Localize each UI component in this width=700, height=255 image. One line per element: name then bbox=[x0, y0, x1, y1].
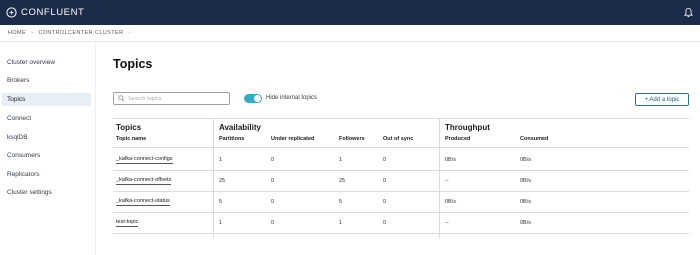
sidebar-item-cluster-overview[interactable]: Cluster overview bbox=[2, 56, 91, 69]
search-icon bbox=[118, 95, 125, 102]
partitions-cell: 1 bbox=[219, 157, 223, 163]
row-divider bbox=[113, 170, 689, 171]
under-replicated-cell: 0 bbox=[271, 199, 275, 205]
col-header-under-replicated[interactable]: Under replicated bbox=[271, 136, 314, 142]
under-replicated-cell: 0 bbox=[271, 178, 275, 184]
produced-cell: -- bbox=[445, 178, 449, 184]
topic-name-link[interactable]: _kafka-connect-offsets bbox=[116, 177, 172, 185]
group-header-availability: Availability bbox=[219, 123, 261, 132]
breadcrumb-home[interactable]: HOME bbox=[8, 30, 26, 36]
produced-cell: -- bbox=[445, 220, 449, 226]
col-header-consumed[interactable]: Consumed bbox=[520, 136, 548, 142]
followers-cell: 1 bbox=[339, 157, 343, 163]
table-top-border bbox=[113, 118, 689, 119]
add-topic-button[interactable]: + Add a topic bbox=[635, 93, 689, 106]
hide-internal-topics-label: Hide internal topics bbox=[266, 95, 318, 101]
out-of-sync-cell: 0 bbox=[383, 199, 387, 205]
col-header-partitions[interactable]: Partitions bbox=[219, 136, 244, 142]
consumed-cell: 0B/s bbox=[520, 199, 532, 205]
group-header-throughput: Throughput bbox=[445, 123, 490, 132]
sidebar-item-cluster-settings[interactable]: Cluster settings bbox=[2, 186, 91, 199]
header-divider bbox=[113, 147, 689, 148]
hide-internal-topics-toggle[interactable] bbox=[244, 94, 262, 103]
out-of-sync-cell: 0 bbox=[383, 178, 387, 184]
produced-cell: 0B/s bbox=[445, 157, 457, 163]
out-of-sync-cell: 0 bbox=[383, 220, 387, 226]
col-header-followers[interactable]: Followers bbox=[339, 136, 365, 142]
col-header-produced[interactable]: Produced bbox=[445, 136, 470, 142]
under-replicated-cell: 0 bbox=[271, 157, 275, 163]
followers-cell: 25 bbox=[339, 178, 346, 184]
page-title: Topics bbox=[113, 57, 153, 71]
sidebar-item-ksqldb[interactable]: ksqlDB bbox=[2, 131, 91, 144]
topic-name-link[interactable]: _kafka-connect-configs bbox=[116, 156, 173, 164]
search-box[interactable] bbox=[113, 92, 230, 105]
partitions-cell: 5 bbox=[219, 199, 223, 205]
topics-table: Topics Availability Throughput Topic nam… bbox=[113, 118, 689, 238]
topic-name-link[interactable]: test-topic bbox=[116, 219, 139, 227]
column-divider bbox=[439, 118, 440, 238]
consumed-cell: 0B/s bbox=[520, 220, 532, 226]
breadcrumb-cluster[interactable]: CONTROLCENTER.CLUSTER bbox=[38, 30, 123, 36]
out-of-sync-cell: 0 bbox=[383, 157, 387, 163]
sidebar: Cluster overview Brokers Topics Connect … bbox=[0, 42, 96, 255]
search-input[interactable] bbox=[128, 95, 228, 102]
sidebar-item-brokers[interactable]: Brokers bbox=[2, 74, 91, 87]
bell-icon[interactable] bbox=[683, 7, 694, 18]
under-replicated-cell: 0 bbox=[271, 220, 275, 226]
row-divider bbox=[113, 191, 689, 192]
consumed-cell: 0B/s bbox=[520, 178, 532, 184]
consumed-cell: 0B/s bbox=[520, 157, 532, 163]
column-divider bbox=[213, 118, 214, 238]
sidebar-item-connect[interactable]: Connect bbox=[2, 112, 91, 125]
sidebar-item-replicators[interactable]: Replicators bbox=[2, 168, 91, 181]
main-content: Topics Hide internal topics + Add a topi… bbox=[97, 42, 700, 255]
followers-cell: 5 bbox=[339, 199, 343, 205]
followers-cell: 1 bbox=[339, 220, 343, 226]
confluent-logo-icon bbox=[6, 7, 17, 18]
partitions-cell: 25 bbox=[219, 178, 226, 184]
sidebar-item-topics[interactable]: Topics bbox=[2, 93, 91, 106]
toggle-knob bbox=[254, 95, 261, 102]
col-header-out-of-sync[interactable]: Out of sync bbox=[383, 136, 413, 142]
partitions-cell: 1 bbox=[219, 220, 223, 226]
topic-name-link[interactable]: _kafka-connect-status bbox=[116, 198, 170, 206]
col-header-topic-name[interactable]: Topic name bbox=[116, 136, 146, 142]
brand-logo[interactable]: CONFLUENT bbox=[6, 7, 84, 18]
breadcrumb: HOME › CONTROLCENTER.CLUSTER › bbox=[0, 25, 700, 42]
chevron-right-icon: › bbox=[31, 30, 34, 36]
row-divider bbox=[113, 212, 689, 213]
sidebar-item-consumers[interactable]: Consumers bbox=[2, 149, 91, 162]
top-bar: CONFLUENT bbox=[0, 0, 700, 25]
brand-name: CONFLUENT bbox=[21, 7, 85, 18]
produced-cell: 0B/s bbox=[445, 199, 457, 205]
group-header-topics: Topics bbox=[116, 123, 142, 132]
row-divider bbox=[113, 233, 689, 234]
chevron-right-icon: › bbox=[128, 30, 131, 36]
